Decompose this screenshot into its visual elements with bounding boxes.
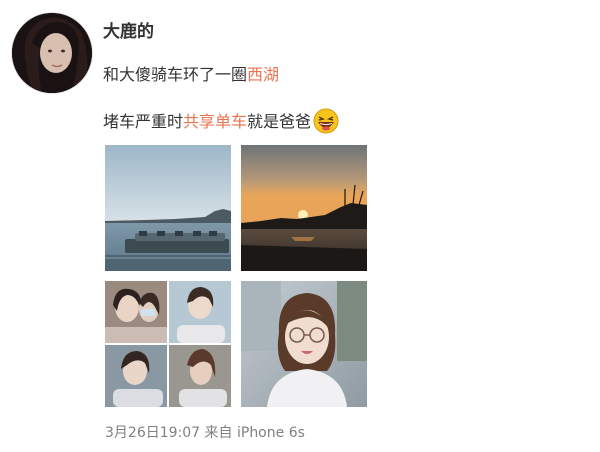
laughing-emoji-icon [313,108,339,134]
post-text: 和大傻骑车环了一圈 [103,65,248,84]
avatar[interactable] [12,13,92,93]
topic-link-shared-bike[interactable]: 共享单车 [183,112,247,131]
post-meta: 3月26日19:07 来自 iPhone 6s [105,422,305,442]
photo-selfie[interactable] [241,281,367,407]
photo-selfie-collage[interactable] [105,281,231,407]
timestamp[interactable]: 3月26日19:07 [105,425,200,441]
post-source: 来自 iPhone 6s [204,425,305,441]
post-text-line-1: 和大傻骑车环了一圈西湖 [103,61,279,85]
photo-grid [105,145,367,407]
post-text: 堵车严重时 [103,112,184,131]
photo-lake-boats[interactable] [105,145,231,271]
post-text: 就是爸爸 [247,112,312,131]
topic-link-xihu[interactable]: 西湖 [247,65,279,84]
post-text-line-2: 堵车严重时共享单车就是爸爸 [103,108,339,134]
username[interactable]: 大鹿的 [103,17,154,42]
photo-sunset[interactable] [241,145,367,271]
